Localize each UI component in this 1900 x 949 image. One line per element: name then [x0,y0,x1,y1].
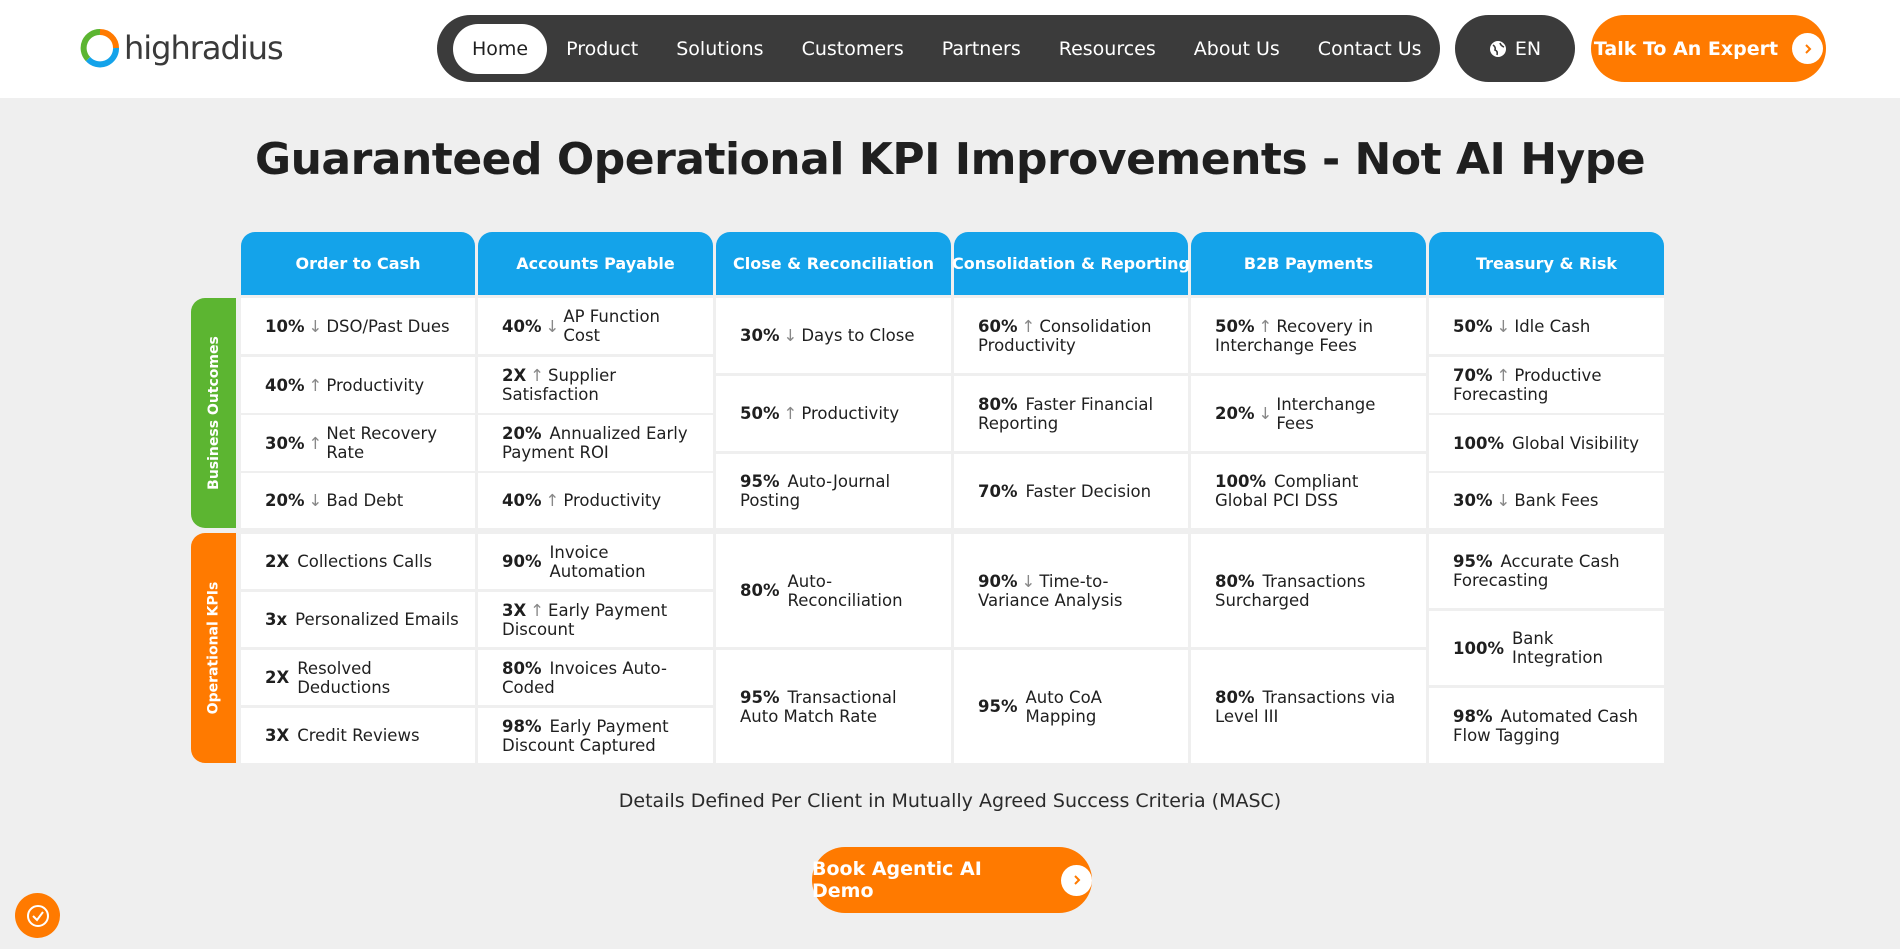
table-cell: 30% ↓ Days to Close [716,298,951,373]
logo[interactable]: highradius [80,26,284,70]
main-nav: Home Product Solutions Customers Partner… [437,15,1440,82]
page-title: Guaranteed Operational KPI Improvements … [254,134,1646,185]
table-cell: 60% ↑ Consolidation Productivity [954,298,1188,373]
table-cell: 50% ↓ Idle Cash [1429,298,1664,354]
table-cell: 90% ↓ Time-to-Variance Analysis [954,534,1188,647]
talk-to-expert-button[interactable]: Talk To An Expert [1591,15,1826,82]
table-cell: 20% ↓ Bad Debt [241,473,475,528]
nav-about-us[interactable]: About Us [1175,24,1299,74]
table-cell: 70% ↑ Productive Forecasting [1429,357,1664,413]
cookie-check-icon [26,904,49,927]
column-header-order-to-cash: Order to Cash [241,232,475,295]
table-cell: 40% ↓ AP Function Cost [478,298,713,354]
chevron-right-icon [1061,864,1092,896]
table-cell: 100% Global Visibility [1429,415,1664,471]
table-cell: 80% Transactions Surcharged [1191,534,1426,647]
table-cell: 2X Collections Calls [241,534,475,589]
table-cell: 70% Faster Decision [954,454,1188,528]
nav-product[interactable]: Product [547,24,657,74]
table-cell: 20% ↓ Interchange Fees [1191,376,1426,451]
column-header-treasury-risk: Treasury & Risk [1429,232,1664,295]
book-demo-label: Book Agentic AI Demo [812,858,982,902]
globe-icon [1489,40,1506,57]
table-cell: 100% Compliant Global PCI DSS [1191,454,1426,528]
column-header-accounts-payable: Accounts Payable [478,232,713,295]
talk-to-expert-label: Talk To An Expert [1593,37,1779,60]
table-cell: 95% Transactional Auto Match Rate [716,650,951,763]
nav-home[interactable]: Home [453,23,548,74]
column-header-consolidation-reporting: Consolidation & Reporting [952,232,1190,295]
business-outcomes-label: Business Outcomes [191,298,236,528]
table-cell: 95% Accurate Cash Forecasting [1429,534,1664,608]
table-cell: 90% Invoice Automation [478,534,713,589]
masc-note: Details Defined Per Client in Mutually A… [618,790,1282,812]
logo-text: highradius [124,29,284,67]
book-demo-button[interactable]: Book Agentic AI Demo [812,847,1092,913]
table-cell: 80% Auto-Reconciliation [716,534,951,647]
operational-kpis-text: Operational KPIs [205,581,222,715]
table-cell: 80% Transactions via Level III [1191,650,1426,763]
table-cell: 3X ↑ Early Payment Discount [478,592,713,647]
chevron-right-icon [1792,33,1824,64]
table-cell: 95% Auto-Journal Posting [716,454,951,528]
operational-kpis-label: Operational KPIs [191,533,236,763]
table-cell: 3x Personalized Emails [241,592,475,647]
table-cell: 80% Faster Financial Reporting [954,376,1188,451]
table-cell: 95% Auto CoA Mapping [954,650,1188,763]
nav-customers[interactable]: Customers [783,24,923,74]
language-label: EN [1514,37,1542,60]
nav-contact-us[interactable]: Contact Us [1299,24,1441,74]
cookie-consent-button[interactable] [15,893,60,938]
column-header-b2b-payments: B2B Payments [1191,232,1426,295]
table-cell: 3X Credit Reviews [241,708,475,763]
business-outcomes-text: Business Outcomes [205,336,222,490]
nav-solutions[interactable]: Solutions [657,24,782,74]
nav-partners[interactable]: Partners [923,24,1040,74]
table-cell: 98% Automated Cash Flow Tagging [1429,688,1664,763]
table-cell: 50% ↑ Recovery in Interchange Fees [1191,298,1426,373]
table-cell: 80% Invoices Auto-Coded [478,650,713,705]
language-selector[interactable]: EN [1455,15,1575,82]
table-cell: 2X ↑ Supplier Satisfaction [478,357,713,413]
table-cell: 100% Bank Integration [1429,611,1664,685]
table-cell: 30% ↑ Net Recovery Rate [241,415,475,471]
column-header-close-reconciliation: Close & Reconciliation [716,232,951,295]
highradius-logo-icon [80,28,120,68]
table-cell: 50% ↑ Productivity [716,376,951,451]
nav-resources[interactable]: Resources [1040,24,1175,74]
table-cell: 30% ↓ Bank Fees [1429,473,1664,528]
table-cell: 40% ↑ Productivity [241,357,475,413]
table-cell: 2X Resolved Deductions [241,650,475,705]
table-cell: 98% Early Payment Discount Captured [478,708,713,763]
site-header: highradius Home Product Solutions Custom… [0,0,1900,98]
table-cell: 40% ↑ Productivity [478,473,713,528]
table-cell: 10% ↓ DSO/Past Dues [241,298,475,354]
table-cell: 20% Annualized Early Payment ROI [478,415,713,471]
